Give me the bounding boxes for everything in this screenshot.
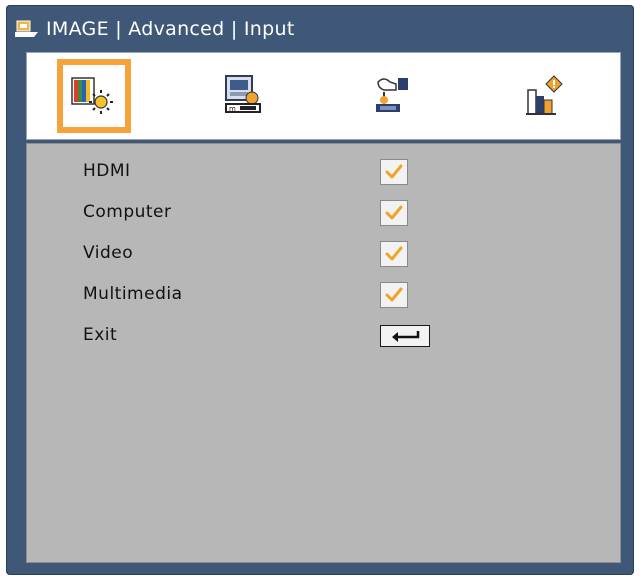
exit-enter-button[interactable] — [380, 325, 430, 347]
tab-display[interactable]: m — [207, 59, 281, 133]
input-settings-panel: HDMI Computer Video Multimedia Exit — [26, 143, 621, 563]
menu-row-multimedia[interactable]: Multimedia — [27, 280, 620, 310]
tab-options[interactable] — [507, 59, 581, 133]
menu-row-exit[interactable]: Exit — [27, 321, 620, 351]
multimedia-checkbox[interactable] — [380, 282, 408, 308]
menu-row-hdmi[interactable]: HDMI — [27, 157, 620, 187]
svg-text:m: m — [229, 105, 236, 113]
multimedia-label: Multimedia — [83, 284, 183, 304]
display-screen-icon: m — [225, 75, 261, 113]
page-title: IMAGE | Advanced | Input — [46, 18, 295, 40]
computer-label: Computer — [83, 202, 172, 222]
checkmark-icon — [385, 287, 403, 302]
tab-setup[interactable] — [357, 59, 431, 133]
options-info-icon — [526, 75, 563, 115]
computer-checkbox[interactable] — [380, 200, 408, 226]
menu-tab-bar: m — [26, 52, 621, 140]
menu-folder-icon — [15, 20, 38, 37]
enter-key-icon — [392, 331, 420, 342]
tab-image[interactable] — [57, 59, 131, 133]
menu-row-video[interactable]: Video — [27, 239, 620, 269]
hdmi-label: HDMI — [83, 161, 131, 181]
menu-row-computer[interactable]: Computer — [27, 198, 620, 228]
setup-hand-icon — [376, 78, 408, 112]
checkmark-icon — [385, 246, 403, 261]
checkmark-icon — [385, 164, 403, 179]
image-brightness-icon — [71, 77, 113, 114]
checkmark-icon — [385, 205, 403, 220]
title-bar: IMAGE | Advanced | Input — [14, 14, 614, 44]
video-checkbox[interactable] — [380, 241, 408, 267]
exit-label: Exit — [83, 325, 118, 345]
hdmi-checkbox[interactable] — [380, 159, 408, 185]
video-label: Video — [83, 243, 134, 263]
